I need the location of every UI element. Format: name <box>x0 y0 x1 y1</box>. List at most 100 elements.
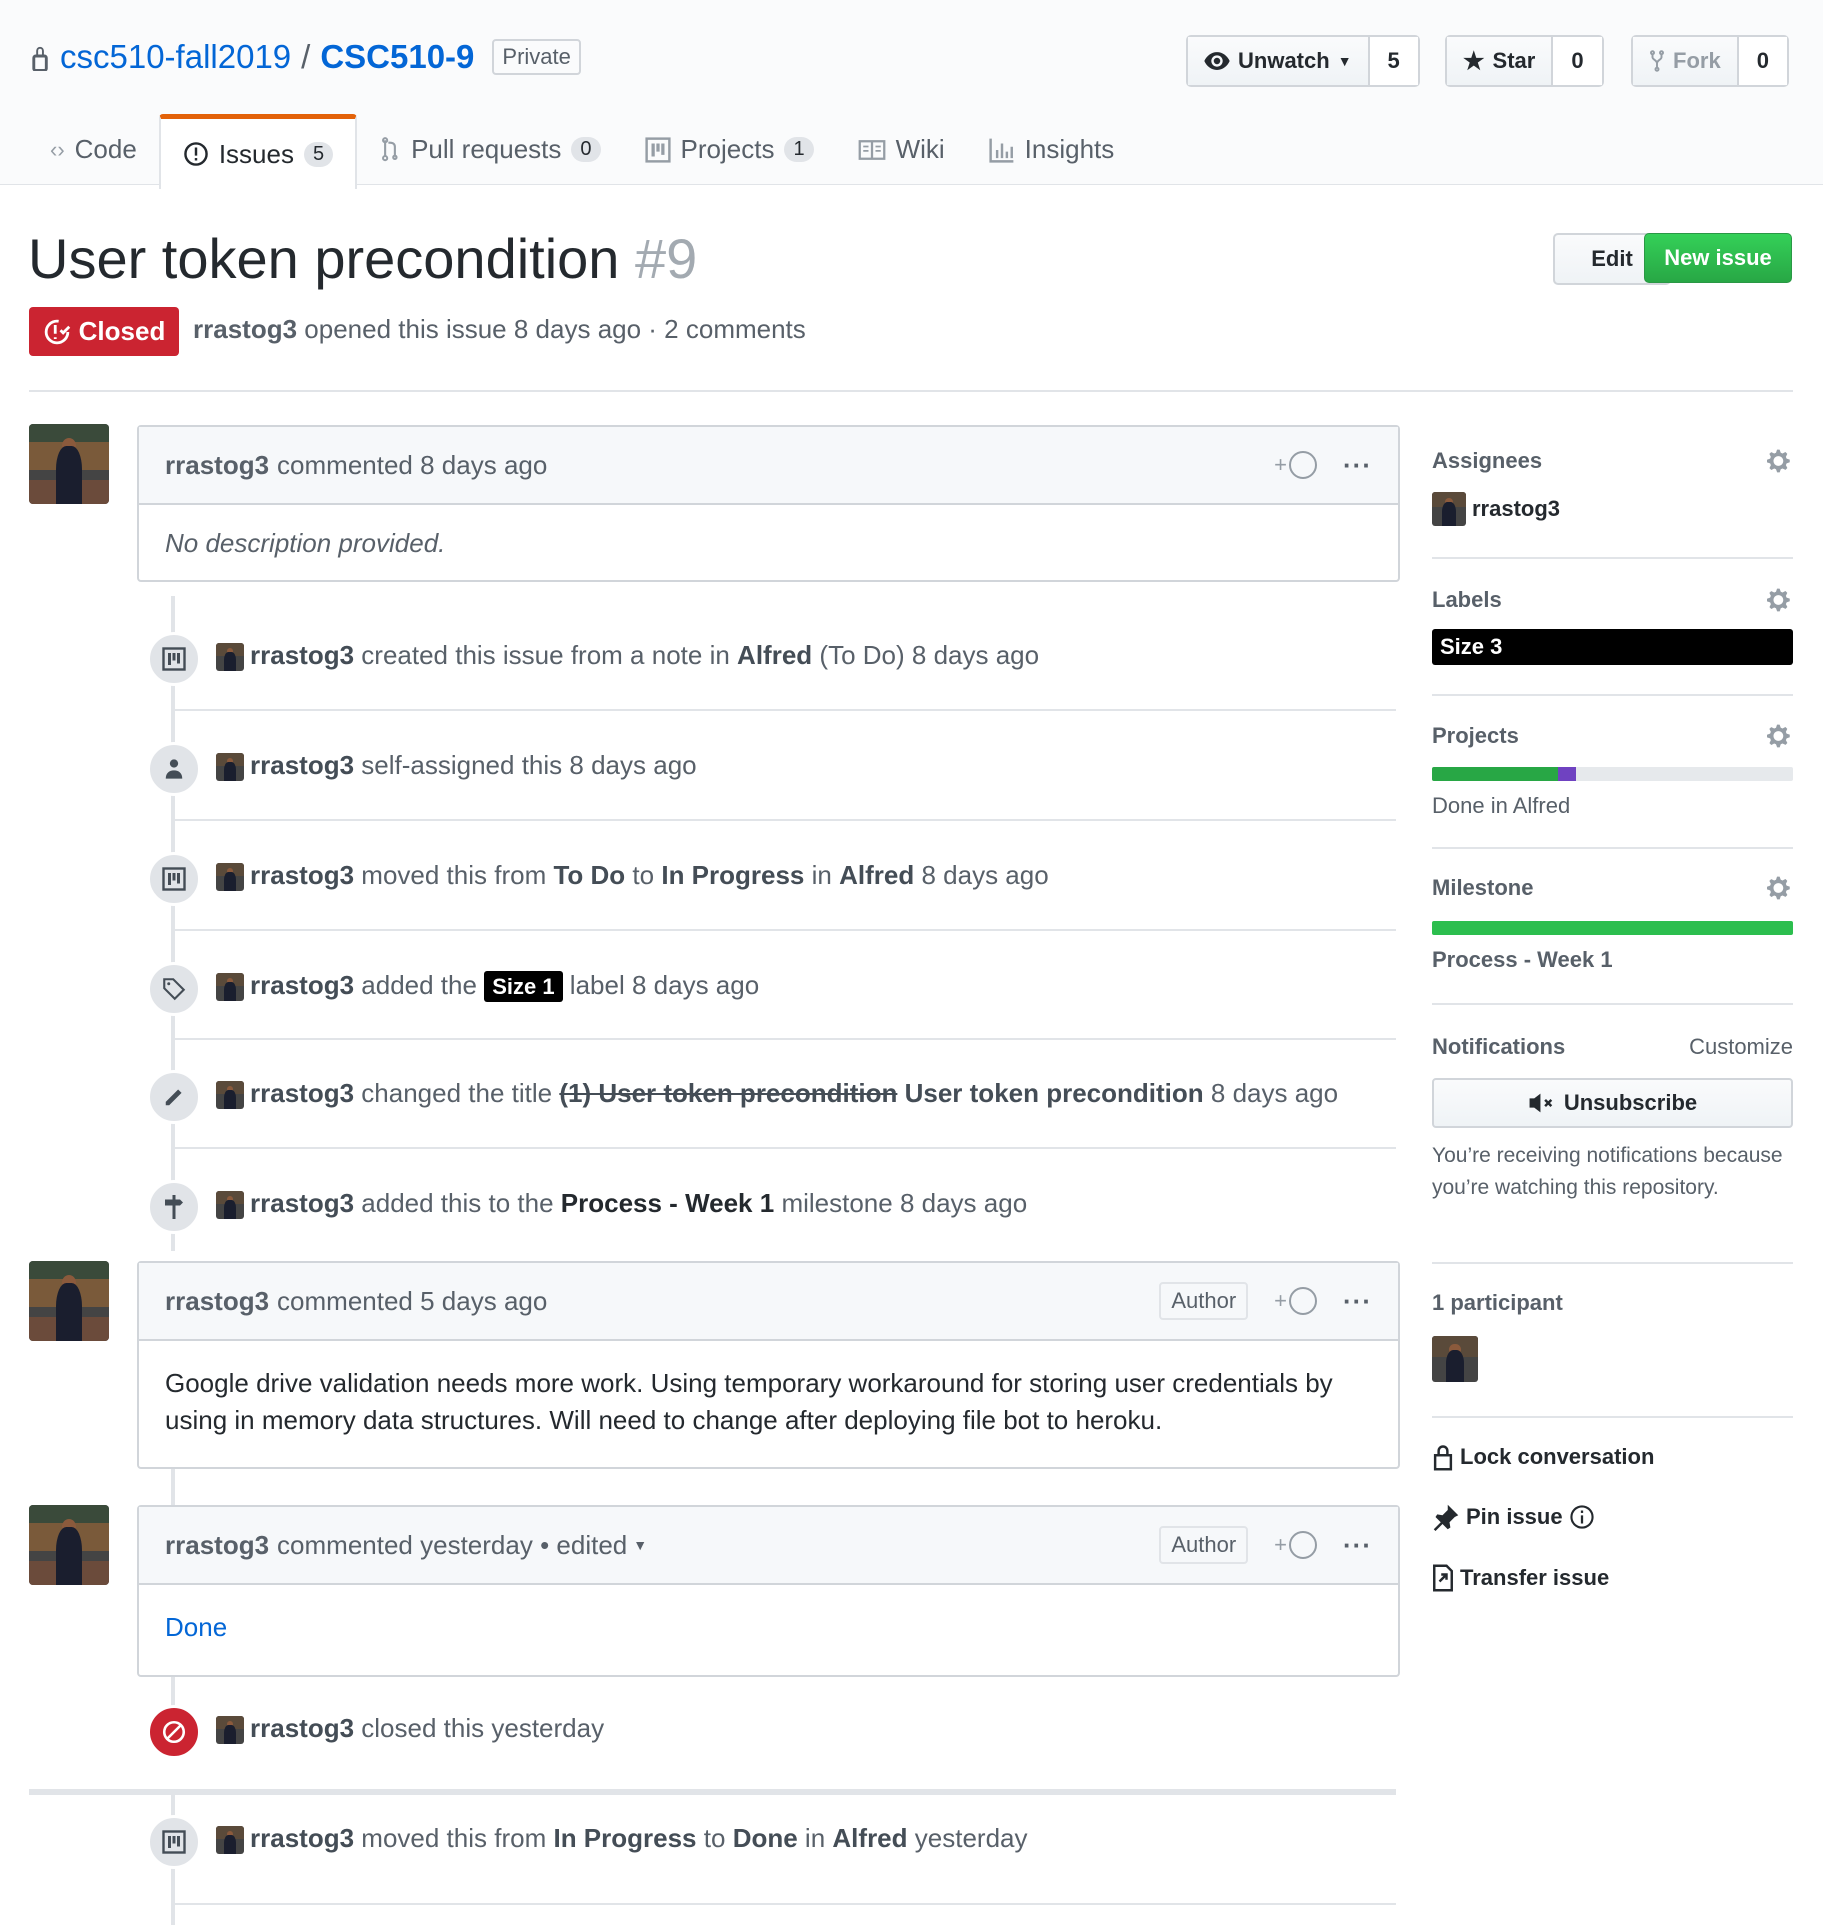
sidebar-notifications: Notifications Customize Unsubscribe You’… <box>1432 1034 1793 1204</box>
lock-conversation-link[interactable]: Lock conversation <box>1432 1443 1793 1471</box>
watchers-count[interactable]: 5 <box>1369 37 1418 85</box>
tab-pull-requests[interactable]: Pull requests 0 <box>357 115 622 184</box>
event-user-link[interactable]: rrastog3 <box>250 640 354 670</box>
label-badge[interactable]: Size 1 <box>484 971 563 1002</box>
fork-button-group: Fork 0 <box>1631 35 1789 87</box>
milestone-progress-bar <box>1432 921 1793 935</box>
new-issue-button[interactable]: New issue <box>1644 233 1792 283</box>
avatar[interactable] <box>216 973 244 1002</box>
avatar[interactable] <box>216 643 244 672</box>
from-column: To Do <box>553 860 626 890</box>
label-badge[interactable]: Size 3 <box>1432 629 1793 665</box>
star-button-group: ★ Star 0 <box>1445 35 1604 87</box>
comment-author-link[interactable]: rrastog3 <box>165 1530 269 1561</box>
event-user-link[interactable]: rrastog3 <box>250 1713 354 1743</box>
event-time[interactable]: 8 days ago <box>900 1188 1027 1218</box>
star-button[interactable]: ★ Star <box>1447 37 1554 85</box>
fork-button[interactable]: Fork <box>1633 37 1739 85</box>
event-user-link[interactable]: rrastog3 <box>250 860 354 890</box>
comment-text[interactable]: Done <box>165 1612 227 1642</box>
info-icon[interactable] <box>1569 1504 1595 1530</box>
event-time[interactable]: 8 days ago <box>1211 1078 1338 1108</box>
event-desc: self-assigned this <box>361 750 563 780</box>
edited-dropdown[interactable]: • edited <box>540 1530 627 1561</box>
event-time[interactable]: 8 days ago <box>632 970 759 1000</box>
comment-author-link[interactable]: rrastog3 <box>165 1286 269 1317</box>
comment-body: No description provided. <box>139 505 1398 580</box>
event-user-link[interactable]: rrastog3 <box>250 970 354 1000</box>
avatar[interactable] <box>216 1081 244 1110</box>
participants-heading: 1 participant <box>1432 1290 1563 1315</box>
tab-code[interactable]: ‹› Code <box>28 115 159 184</box>
customize-link[interactable]: Customize <box>1689 1034 1793 1060</box>
to-column: Done <box>732 1823 798 1853</box>
event-user-link[interactable]: rrastog3 <box>250 1823 354 1853</box>
participant-avatar[interactable] <box>1432 1336 1478 1382</box>
gear-icon[interactable] <box>1767 875 1793 901</box>
issue-author-link[interactable]: rrastog3 <box>193 314 297 344</box>
from-column: In Progress <box>553 1823 697 1853</box>
event-user-link[interactable]: rrastog3 <box>250 1188 354 1218</box>
avatar[interactable] <box>29 1505 109 1585</box>
tab-issues[interactable]: Issues 5 <box>158 114 358 189</box>
gear-icon[interactable] <box>1767 587 1793 613</box>
tab-wiki[interactable]: Wiki <box>836 115 967 184</box>
avatar[interactable] <box>216 1716 244 1745</box>
assignee[interactable]: rrastog3 <box>1432 492 1793 526</box>
more-options-icon[interactable]: ··· <box>1343 450 1372 481</box>
event-time[interactable]: yesterday <box>491 1713 604 1743</box>
repo-name-link[interactable]: CSC510-9 <box>320 38 474 76</box>
add-reaction-button[interactable]: + <box>1274 1531 1318 1559</box>
pin-label: Pin issue <box>1466 1504 1563 1529</box>
add-reaction-button[interactable]: + <box>1274 451 1318 479</box>
avatar[interactable] <box>29 424 109 504</box>
more-options-icon[interactable]: ··· <box>1343 1530 1372 1561</box>
caret-down-icon[interactable]: ▼ <box>633 1537 647 1553</box>
project-link[interactable]: Alfred <box>839 860 914 890</box>
avatar[interactable] <box>216 1191 244 1220</box>
project-status[interactable]: Done in Alfred <box>1432 793 1793 819</box>
forks-count[interactable]: 0 <box>1738 37 1787 85</box>
comment-timestamp[interactable]: 5 days ago <box>420 1286 547 1317</box>
event-time[interactable]: 8 days ago <box>912 640 1039 670</box>
event-desc: in <box>804 1823 826 1853</box>
milestone-heading: Milestone <box>1432 875 1534 900</box>
project-icon <box>147 632 201 686</box>
event-text: rrastog3 added the Size 1 label 8 days a… <box>216 970 759 1002</box>
transfer-issue-link[interactable]: Transfer issue <box>1432 1564 1793 1592</box>
repo-owner-link[interactable]: csc510-fall2019 <box>60 38 291 76</box>
event-desc: label <box>569 970 625 1000</box>
event-desc: to <box>632 860 655 890</box>
tab-projects[interactable]: Projects 1 <box>623 115 836 184</box>
event-time[interactable]: yesterday <box>915 1823 1028 1853</box>
more-options-icon[interactable]: ··· <box>1343 1286 1372 1317</box>
milestone-link[interactable]: Process - Week 1 <box>1432 947 1793 973</box>
event-user-link[interactable]: rrastog3 <box>250 750 354 780</box>
add-reaction-button[interactable]: + <box>1274 1287 1318 1315</box>
avatar[interactable] <box>216 753 244 782</box>
avatar[interactable] <box>29 1261 109 1341</box>
comment-timestamp[interactable]: yesterday <box>420 1530 533 1561</box>
event-time[interactable]: 8 days ago <box>569 750 696 780</box>
tab-insights[interactable]: Insights <box>967 115 1137 184</box>
unwatch-button[interactable]: Unwatch ▼ <box>1188 37 1370 85</box>
gear-icon[interactable] <box>1767 448 1793 474</box>
event-user-link[interactable]: rrastog3 <box>250 1078 354 1108</box>
project-link[interactable]: Alfred <box>832 1823 907 1853</box>
sidebar-participants: 1 participant <box>1432 1290 1793 1382</box>
comment-timestamp[interactable]: 8 days ago <box>420 450 547 481</box>
issue-opened-icon <box>184 142 208 166</box>
unsubscribe-button[interactable]: Unsubscribe <box>1432 1078 1793 1128</box>
avatar[interactable] <box>216 1826 244 1855</box>
gear-icon[interactable] <box>1767 723 1793 749</box>
comment-author-link[interactable]: rrastog3 <box>165 450 269 481</box>
projects-heading: Projects <box>1432 723 1519 748</box>
stars-count[interactable]: 0 <box>1553 37 1602 85</box>
project-link[interactable]: Alfred <box>737 640 812 670</box>
event-text: rrastog3 closed this yesterday <box>216 1713 604 1745</box>
pin-issue-link[interactable]: Pin issue <box>1432 1503 1793 1531</box>
milestone-link[interactable]: Process - Week 1 <box>561 1188 774 1218</box>
event-time[interactable]: 8 days ago <box>921 860 1048 890</box>
comment-body: Google drive validation needs more work.… <box>139 1341 1398 1467</box>
avatar[interactable] <box>216 863 244 892</box>
